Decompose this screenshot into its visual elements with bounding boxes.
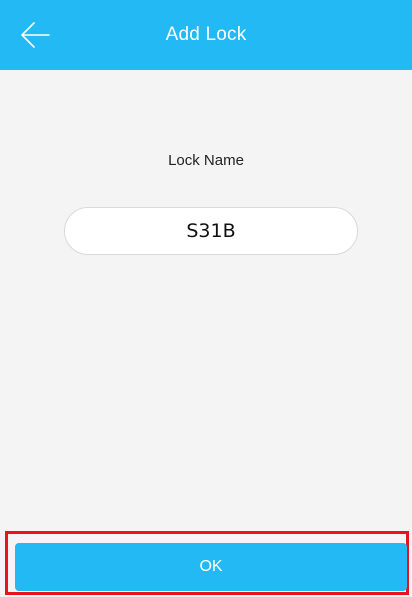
lock-name-input[interactable] [64,207,358,255]
page-title: Add Lock [165,24,247,45]
ok-button[interactable]: OK [15,543,407,591]
lock-name-label: Lock Name [168,152,244,169]
app-header: Add Lock [0,0,412,70]
